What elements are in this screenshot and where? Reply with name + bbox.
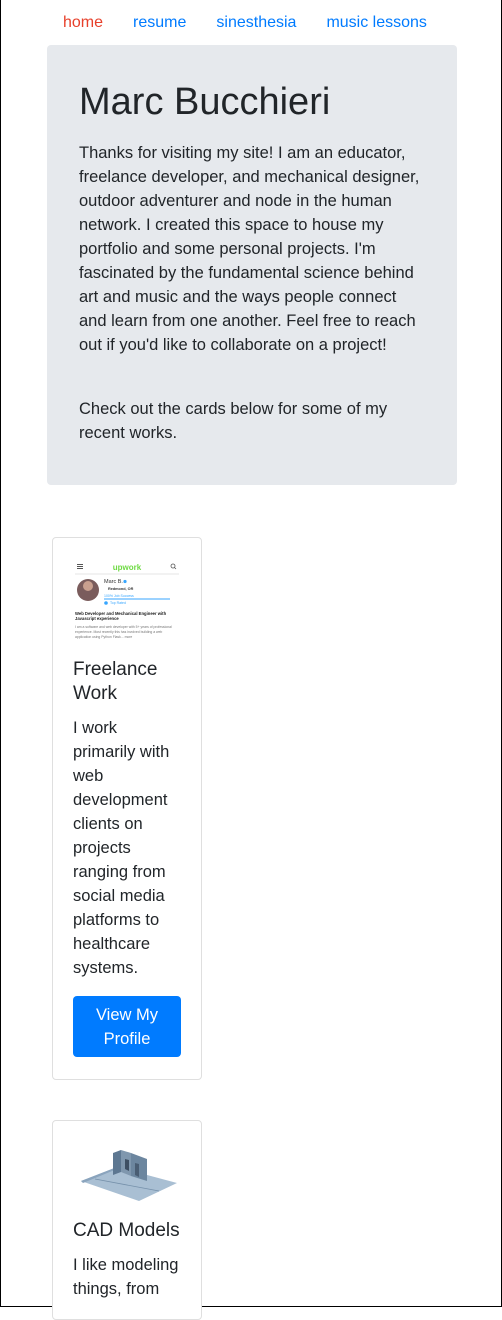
hero-jumbotron: Marc Bucchieri Thanks for visiting my si… <box>47 45 457 485</box>
hero-cta: Check out the cards below for some of my… <box>79 400 388 442</box>
card-text: I like modeling things, from <box>73 1256 179 1298</box>
hero-intro: Thanks for visiting my site! I am an edu… <box>79 144 420 354</box>
nav-resume[interactable]: resume <box>118 12 201 34</box>
card-text: I work primarily with web development cl… <box>73 719 170 977</box>
view-profile-button[interactable]: View My Profile <box>73 996 181 1057</box>
nav-home[interactable]: home <box>47 12 118 34</box>
card-title: CAD Models <box>73 1220 180 1241</box>
profile-location: Redmond, OR <box>108 587 134 591</box>
profile-blurb: I am a software and web developer with 5… <box>75 625 172 639</box>
nav-sinesthesia[interactable]: sinesthesia <box>201 12 311 34</box>
menu-icon <box>77 564 83 569</box>
top-rated-badge: Top Rated <box>110 601 126 605</box>
upwork-profile-screenshot: upwork Marc B. Redmond, OR 100% Job Succ… <box>73 558 181 654</box>
card-cad-models: CAD Models I like modeling things, from <box>52 1120 202 1320</box>
nav-music-lessons[interactable]: music lessons <box>311 12 441 34</box>
top-nav: home resume sinesthesia music lessons <box>47 12 455 34</box>
cad-model-image <box>81 1150 177 1201</box>
profile-name: Marc B. <box>104 579 123 585</box>
card-title: Freelance Work <box>73 659 158 704</box>
profile-headline: Web Developer and Mechanical Engineer wi… <box>75 611 167 621</box>
upwork-logo: upwork <box>113 563 142 572</box>
job-success: 100% Job Success <box>104 594 134 598</box>
page-title: Marc Bucchieri <box>79 81 331 123</box>
card-freelance-work: upwork Marc B. Redmond, OR 100% Job Succ… <box>52 537 202 1080</box>
